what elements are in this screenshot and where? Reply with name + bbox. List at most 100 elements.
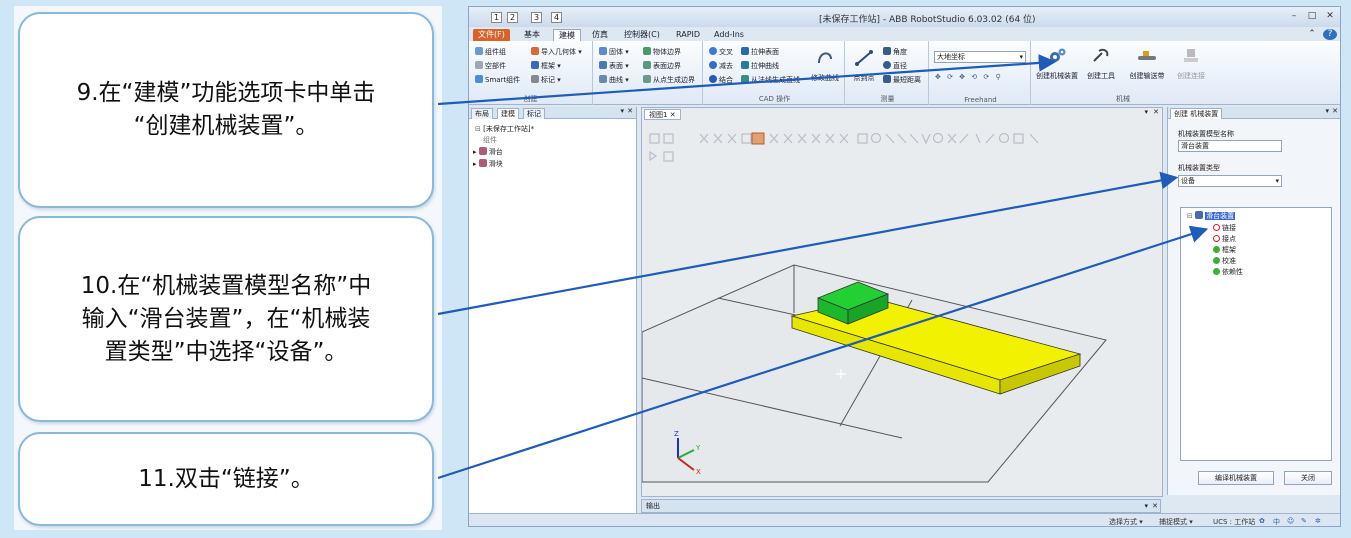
ribbon-group-freehand: 大地坐标 ▾ ✥ ⟳ ✥ ⟲ ⟳ ⚲ Freehand [931,41,1031,105]
3d-viewport[interactable]: 视图1 ✕ ▾ ✕ Z Y X [641,107,1163,497]
tab-add-ins[interactable]: Add-Ins [709,29,749,41]
mechanism-name-input[interactable]: 滑台装置 [1178,140,1282,152]
point-to-point-icon [855,50,873,66]
ime-indicator[interactable]: 中 [1273,517,1280,526]
mechanism-tree-dependency[interactable]: 依赖性 [1213,267,1243,277]
mech-panel-pin-icon[interactable]: ▾ [1325,107,1329,115]
modify-curve-icon [818,52,832,64]
collapse-icon: ⊟ [1187,212,1193,220]
ribbon-minimize-icon[interactable]: ⌃ [1305,29,1319,40]
smart-component-button[interactable]: Smart组件 [475,75,520,85]
quick-access-toolbar: 1 2 3 4 [473,9,563,23]
surface-border-icon [643,61,651,69]
part-icon [478,159,487,167]
border-from-points-button[interactable]: 从点生成边界 [643,75,695,85]
tree-item-slide[interactable]: ▸ 滑台 [473,147,503,157]
shortest-distance-button[interactable]: 最短距离 [883,75,921,85]
selection-tool-icon[interactable] [751,132,765,145]
ribbon-group-measure-label: 测量 [880,95,895,103]
viewport-toolbar[interactable] [649,132,1039,162]
mechanism-name-label: 机械装置模型名称 [1178,130,1234,138]
extrude-curve-button[interactable]: 拉伸曲线 [741,61,779,71]
mechanism-tree-joints[interactable]: 接点 [1213,234,1236,244]
smiley-icon[interactable]: ☺ [1287,517,1294,525]
component-group-button[interactable]: 组件组 [475,47,506,57]
mechanism-tree-links[interactable]: 链接 [1213,223,1236,233]
maximize-icon[interactable]: □ [1305,11,1319,22]
create-conveyor-button[interactable]: 创建输送带 [1123,47,1171,81]
point-to-point-button[interactable]: 点到点 [847,49,881,83]
subtract-button[interactable]: 减去 [709,61,733,71]
tree-station[interactable]: ⊟ [未保存工作站]* [475,124,534,134]
tag-button[interactable]: 标记 ▾ [531,75,561,85]
tree-item-slider[interactable]: ▸ 滑块 [473,159,503,169]
compile-mechanism-button[interactable]: 编译机械装置 [1198,471,1274,485]
step-9-line-1: 9.在“建模”功能选项卡中单击 [76,80,376,106]
paw-icon[interactable]: ✿ [1259,517,1265,525]
invalid-icon [1213,235,1220,242]
union-button[interactable]: 结合 [709,75,733,85]
step-11-line-1: 11.双击“链接”。 [138,465,314,492]
output-pin-icon[interactable]: ▾ [1144,500,1148,512]
step-10-line-2: 输入“滑台装置”，在“机械装 [81,305,371,332]
empty-part-button[interactable]: 空部件 [475,61,506,71]
diameter-icon [883,61,891,69]
tab-layout[interactable]: 布局 [471,108,493,119]
tab-controller[interactable]: 控制器(C) [619,29,665,41]
body-border-button[interactable]: 物体边界 [643,47,681,57]
window-title: [未保存工作站] - ABB RobotStudio 6.03.02 (64 位… [819,15,1036,25]
output-close-icon[interactable]: ✕ [1152,500,1158,512]
tab-tags[interactable]: 标记 [523,108,545,119]
angle-button[interactable]: 角度 [883,47,907,57]
collapse-icon: ⊟ [475,125,481,133]
curve-button[interactable]: 曲线 ▾ [599,75,629,85]
chevron-down-icon: ▾ [1019,53,1023,61]
tab-modeling[interactable]: 建模 [553,29,581,41]
tab-modeling-browser[interactable]: 建模 [497,108,519,119]
help-icon[interactable]: ? [1323,29,1337,40]
snap-mode[interactable]: 捕捉模式 ▾ [1159,517,1193,526]
extrude-surface-icon [741,47,749,55]
ribbon-group-mechanism: 创建机械装置 创建工具 创建输送带 创建连接 机械 [1033,41,1233,105]
tab-file[interactable]: 文件(F) [473,29,510,41]
output-tab[interactable]: 输出 ▾ ✕ [641,499,1161,513]
chevron-down-icon: ▾ [1275,177,1279,185]
line-from-normal-button[interactable]: 从法线生成直线 [741,75,800,85]
create-tool-button[interactable]: 创建工具 [1081,47,1121,81]
ribbon-group-mechanism-label: 机械 [1116,95,1130,103]
surface-border-button[interactable]: 表面边界 [643,61,681,71]
mechanism-tree-frames[interactable]: 框架 [1213,245,1236,255]
import-geometry-button[interactable]: 导入几何体 ▾ [531,47,582,57]
valid-icon [1213,268,1220,275]
tab-basic[interactable]: 基本 [519,29,545,41]
ribbon-group-freehand-label: Freehand [964,96,997,104]
tab-rapid[interactable]: RAPID [671,29,705,41]
extrude-surface-button[interactable]: 拉伸表面 [741,47,779,57]
step-10-line-1: 10.在“机械装置模型名称”中 [80,272,372,299]
mechanism-type-select[interactable]: 设备 ▾ [1178,175,1282,187]
pane-close-icon[interactable]: ✕ [627,107,633,115]
mechanism-tree-calibration[interactable]: 校准 [1213,256,1236,266]
mech-panel-close-icon[interactable]: ✕ [1332,107,1338,115]
modify-curve-button[interactable]: 修改曲线 [803,49,847,83]
intersect-button[interactable]: 交叉 [709,47,733,57]
close-button[interactable]: 关闭 [1284,471,1332,485]
create-connection-button[interactable]: 创建连接 [1171,47,1211,81]
tab-simulation[interactable]: 仿真 [587,29,613,41]
union-icon [709,75,717,83]
reference-frame-select[interactable]: 大地坐标 ▾ [934,51,1026,63]
close-icon[interactable]: ✕ [1323,11,1337,22]
tree-components[interactable]: 组件 [483,135,497,145]
settings-icon[interactable]: ✲ [1315,517,1321,525]
diameter-button[interactable]: 直径 [883,61,907,71]
frame-button[interactable]: 框架 ▾ [531,61,561,71]
minimize-icon[interactable]: – [1287,11,1301,22]
mechanism-tree-root[interactable]: ⊟ 滑台装置 [1187,211,1236,221]
pencil-icon[interactable]: ✎ [1301,517,1307,525]
selection-mode[interactable]: 选择方式 ▾ [1109,517,1143,526]
pane-pin-icon[interactable]: ▾ [620,107,624,115]
solid-button[interactable]: 固体 ▾ [599,47,629,57]
freehand-tools[interactable]: ✥ ⟳ ✥ ⟲ ⟳ ⚲ [935,73,1003,81]
surface-button[interactable]: 表面 ▾ [599,61,629,71]
create-mechanism-button[interactable]: 创建机械装置 [1033,47,1081,81]
